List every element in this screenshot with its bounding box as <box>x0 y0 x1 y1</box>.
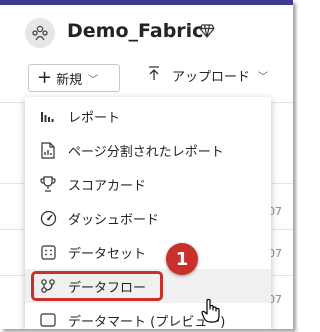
chevron-down-icon: ﹀ <box>88 74 99 86</box>
menu-item-report[interactable]: レポート <box>25 99 271 133</box>
bar-chart-icon <box>38 106 58 126</box>
upload-arrow-icon <box>148 66 160 85</box>
menu-item-scorecard[interactable]: スコアカード <box>25 167 271 201</box>
menu-item-dashboard[interactable]: ダッシュボード <box>25 201 271 235</box>
menu-item-label: ダッシュボード <box>68 212 160 228</box>
workspace-title: Demo_Fabric <box>67 20 204 42</box>
app-window: Demo_Fabric + 新規 ﹀ アップロード ﹀ 07 07 07 レポー… <box>0 0 293 329</box>
workspace-people-icon <box>25 18 55 48</box>
gauge-icon <box>38 208 58 228</box>
menu-item-datamart[interactable]: データマート (プレビュー) <box>25 303 271 329</box>
menu-item-label: データセット <box>68 246 147 262</box>
menu-item-label: ページ分割されたレポート <box>68 144 224 160</box>
plus-icon: + <box>37 67 53 88</box>
upload-button[interactable]: アップロード ﹀ <box>148 66 268 85</box>
datamart-icon <box>38 310 58 329</box>
dataset-grid-icon <box>38 242 58 262</box>
annotation-highlight-box <box>31 271 163 301</box>
diamond-icon <box>199 23 215 42</box>
paginated-report-icon <box>38 140 58 160</box>
new-button-label: 新規 <box>56 72 83 88</box>
top-accent-bar <box>0 0 293 5</box>
upload-button-label: アップロード <box>172 70 251 85</box>
menu-item-paginated-report[interactable]: ページ分割されたレポート <box>25 133 271 167</box>
step-number-badge: 1 <box>166 243 198 275</box>
chevron-down-icon: ﹀ <box>258 72 269 83</box>
menu-item-label: レポート <box>68 110 121 126</box>
trophy-icon <box>38 174 58 194</box>
menu-item-label: スコアカード <box>68 178 147 194</box>
new-button[interactable]: + 新規 ﹀ <box>28 64 120 92</box>
hand-cursor-icon <box>201 298 221 328</box>
menu-item-dataset[interactable]: データセット <box>25 235 271 269</box>
